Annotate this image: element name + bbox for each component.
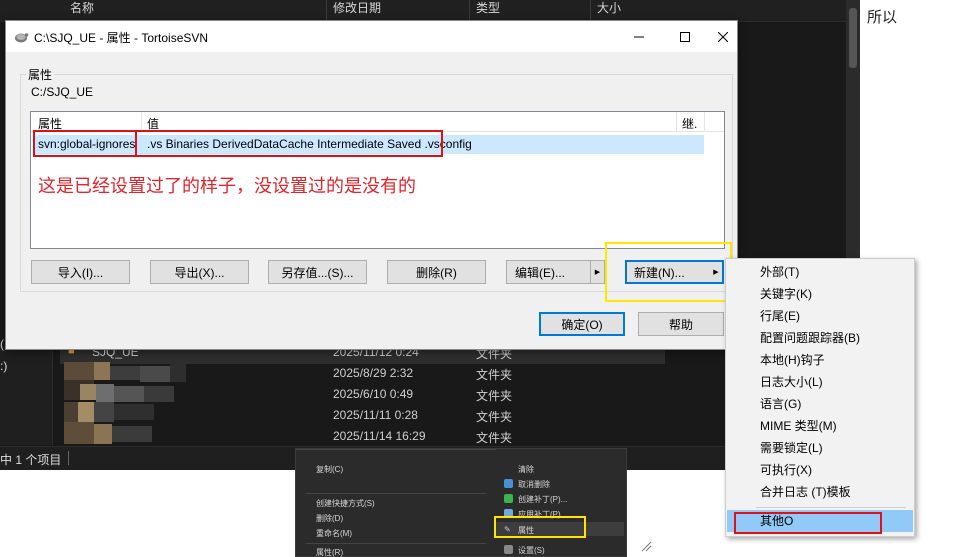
- header-inherited[interactable]: 继.: [682, 115, 697, 132]
- help-button[interactable]: 帮助: [638, 312, 724, 336]
- row-type: 文件夹: [476, 410, 513, 424]
- highlight-box-new-button: [605, 242, 732, 302]
- navigation-pane: ( :): [0, 337, 53, 445]
- status-text: 中 1 个项目: [0, 453, 62, 467]
- scrollbar-thumb[interactable]: [849, 8, 857, 68]
- menu-item-mime-type[interactable]: MIME 类型(M): [727, 415, 913, 437]
- settings-icon: [504, 545, 513, 554]
- minimize-button[interactable]: [616, 21, 662, 52]
- column-size[interactable]: 大小: [597, 1, 621, 21]
- ctx-properties[interactable]: 属性(R): [316, 547, 343, 557]
- column-type[interactable]: 类型: [476, 1, 500, 21]
- new-property-menu: 外部(T) 关键字(K) 行尾(E) 配置问题跟踪器(B) 本地(H)钩子 日志…: [725, 258, 915, 537]
- row-type: 文件夹: [476, 431, 513, 445]
- ctx-create-shortcut[interactable]: 创建快捷方式(S): [316, 498, 375, 509]
- annotation-text: 这是已经设置过了的样子，没设置过的是没有的: [38, 176, 416, 197]
- minimize-icon: [634, 36, 644, 37]
- menu-item-bugtracker[interactable]: 配置问题跟踪器(B): [727, 327, 913, 349]
- menu-item-log-size[interactable]: 日志大小(L): [727, 371, 913, 393]
- explorer-column-header: 名称 修改日期 类型 大小: [0, 0, 860, 22]
- ctx-svn-create-patch[interactable]: 创建补丁(P)...: [518, 494, 567, 505]
- column-date[interactable]: 修改日期: [333, 1, 381, 21]
- ctx-copy[interactable]: 复制(C): [316, 464, 343, 475]
- column-divider: [326, 0, 327, 22]
- tortoisesvn-icon: [15, 33, 29, 43]
- maximize-button[interactable]: [662, 21, 708, 52]
- annotation-box-other: [734, 512, 882, 534]
- column-divider: [469, 0, 470, 22]
- row-date: 2025/11/14 16:29: [333, 429, 426, 443]
- menu-item-merge-log-template[interactable]: 合并日志 (T)模板: [727, 481, 913, 503]
- group-label: 属性: [26, 66, 55, 83]
- save-value-button[interactable]: 另存值...(S)...: [268, 260, 367, 284]
- menu-item-executable[interactable]: 可执行(X): [727, 459, 913, 481]
- menu-item-needs-lock[interactable]: 需要锁定(L): [727, 437, 913, 459]
- export-button[interactable]: 导出(X)...: [150, 260, 249, 284]
- resize-grip-icon: [641, 541, 652, 552]
- annotation-box-property: [33, 130, 137, 157]
- create-patch-icon: [504, 494, 513, 503]
- status-divider: [68, 451, 69, 465]
- menu-item-keywords[interactable]: 关键字(K): [727, 283, 913, 305]
- row-date: 2025/6/10 0:49: [333, 387, 414, 401]
- explorer-context-menu: 复制(C) 创建快捷方式(S) 删除(D) 重命名(M) 属性(R) 清除 取消…: [295, 448, 627, 557]
- row-date: 2025/8/29 2:32: [333, 366, 414, 380]
- ctx-svn-cleanup[interactable]: 清除: [518, 464, 534, 475]
- nav-item[interactable]: :): [0, 359, 7, 373]
- column-divider: [590, 0, 591, 22]
- menu-item-language[interactable]: 语言(G): [727, 393, 913, 415]
- annotation-box-value: [130, 130, 443, 157]
- row-date: 2025/11/11 0:28: [333, 408, 418, 422]
- delete-button[interactable]: 删除(R): [387, 260, 486, 284]
- title-bar[interactable]: C:\SJQ_UE - 属性 - TortoiseSVN: [6, 21, 737, 52]
- ok-button[interactable]: 确定(O): [539, 312, 625, 336]
- revert-delete-icon: [504, 479, 513, 488]
- ctx-rename[interactable]: 重命名(M): [316, 528, 352, 539]
- row-type: 文件夹: [476, 389, 513, 403]
- nav-item[interactable]: (: [0, 337, 4, 351]
- import-button[interactable]: 导入(I)...: [31, 260, 130, 284]
- edit-button-label: 编辑(E)...: [515, 265, 565, 280]
- edit-split-button[interactable]: 编辑(E)... ▶: [506, 260, 605, 284]
- path-label: C:/SJQ_UE: [31, 85, 94, 99]
- ctx-delete[interactable]: 删除(D): [316, 513, 343, 524]
- list-header: 属性 值 继.: [31, 112, 724, 132]
- menu-item-externals[interactable]: 外部(T): [727, 261, 913, 283]
- close-icon: [718, 31, 728, 42]
- chevron-right-icon[interactable]: ▶: [590, 261, 604, 283]
- window-title: C:\SJQ_UE - 属性 - TortoiseSVN: [34, 31, 209, 45]
- highlight-box-properties: [494, 516, 586, 538]
- ctx-svn-settings[interactable]: 设置(S): [518, 545, 545, 556]
- row-type: 文件夹: [476, 368, 513, 382]
- ctx-svn-undelete[interactable]: 取消删除: [518, 479, 550, 490]
- side-note-text: 所以: [867, 9, 898, 26]
- menu-separator: [756, 507, 906, 508]
- menu-item-local-hooks[interactable]: 本地(H)钩子: [727, 349, 913, 371]
- menu-item-eol[interactable]: 行尾(E): [727, 305, 913, 327]
- close-button[interactable]: [708, 21, 738, 52]
- column-name[interactable]: 名称: [70, 1, 94, 21]
- maximize-icon: [680, 31, 690, 42]
